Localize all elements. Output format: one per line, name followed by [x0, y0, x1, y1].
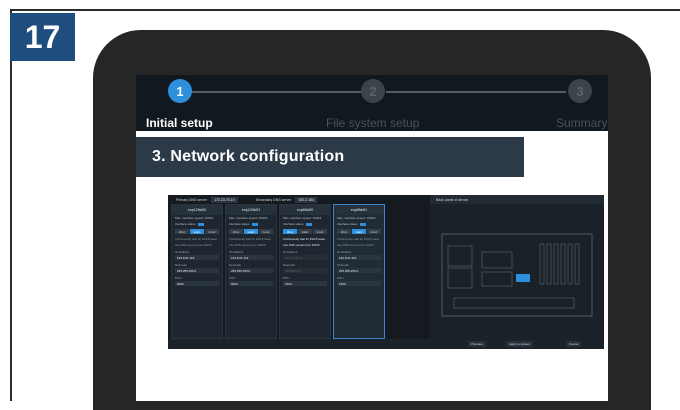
step-circle-file-system-setup[interactable]: 2 [361, 79, 385, 103]
interface-status-label: Interface status [175, 222, 196, 226]
dns-bar: Primary DNS server 172.23.75.10 Secondar… [168, 195, 426, 204]
progress-line-2 [386, 91, 566, 93]
step-label-initial-setup: Initial setup [146, 116, 213, 130]
netmask-label: Netmask [229, 263, 241, 267]
mode-dhcp-button[interactable]: dhcp [175, 229, 189, 234]
interface-name: enp65s0f1 [334, 205, 384, 215]
mtu-select[interactable]: 1500 [283, 281, 327, 286]
interface-name: enp129s0f1 [226, 205, 276, 215]
ip-input[interactable]: 172.23.75.10 [283, 255, 327, 260]
netmask-label: Netmask [337, 263, 349, 267]
ip-label: IP address [283, 250, 298, 254]
secondary-dns-input[interactable]: 100.2.164 [295, 196, 317, 203]
setup-wizard-progress: 1 2 3 Initial setup File system setup Su… [136, 75, 608, 131]
step-circle-summary[interactable]: 3 [568, 79, 592, 103]
previous-button[interactable]: Previous [468, 341, 486, 347]
mode-bond-button[interactable]: bond [259, 229, 273, 234]
interface-panel[interactable]: enp129s0f1 Max. interface speed: 10Gbit … [225, 204, 277, 339]
cancel-button[interactable]: Cancel [566, 341, 582, 347]
primary-dns-input[interactable]: 172.23.75.10 [211, 196, 238, 203]
netmask-input[interactable]: 255.255.255.0 [337, 268, 381, 273]
mode-selector: dhcp static bond [280, 227, 330, 236]
mode-dhcp-button[interactable]: dhcp [283, 229, 297, 234]
ip-input[interactable]: 192.8.61.119 [229, 255, 273, 260]
progress-line-1 [182, 91, 362, 93]
interface-status-label: Interface status [229, 222, 250, 226]
ip-label: IP address [229, 250, 244, 254]
ip-input[interactable]: 192.8.61.119 [175, 255, 219, 260]
mtu-select[interactable]: 9000 [175, 281, 219, 286]
mode-static-button[interactable]: static [298, 229, 312, 234]
mode-selector: dhcp static bond [226, 227, 276, 236]
step-label-summary: Summary [556, 116, 608, 130]
interface-status-toggle[interactable] [359, 222, 366, 226]
ip-label: IP address [337, 250, 352, 254]
back-panel-view: Back panel of device [430, 195, 604, 339]
network-config-app: Primary DNS server 172.23.75.10 Secondar… [168, 195, 604, 349]
mtu-select[interactable]: 1500 [337, 281, 381, 286]
section-banner: 3. Network configuration [136, 137, 524, 177]
interface-status-toggle[interactable] [197, 222, 204, 226]
mode-selector: dhcp static bond [172, 227, 222, 236]
interface-name: enp65s0f0 [280, 205, 330, 215]
step-number-badge: 17 [10, 13, 75, 61]
mtu-label: MTU [175, 276, 182, 280]
interface-panel[interactable]: enp65s0f1 Max. interface speed: 10Gbit I… [333, 204, 385, 339]
interface-status-toggle[interactable] [251, 222, 258, 226]
interface-panel[interactable]: enp129s0f0 Max. interface speed: 10Gbit … [171, 204, 223, 339]
mtu-label: MTU [229, 276, 236, 280]
netmask-label: Netmask [175, 263, 187, 267]
interface-status-label: Interface status [283, 222, 304, 226]
device-back-panel-diagram [441, 233, 593, 317]
interface-status-label: Interface status [337, 222, 358, 226]
ip-label: IP address [175, 250, 190, 254]
footer-bar: Previous Apply to system Cancel [168, 339, 604, 349]
mtu-label: MTU [337, 276, 344, 280]
mode-static-button[interactable]: static [244, 229, 258, 234]
netmask-input[interactable]: 255.255.255.0 [229, 268, 273, 273]
mode-dhcp-button[interactable]: dhcp [337, 229, 351, 234]
interface-name: enp129s0f0 [172, 205, 222, 215]
mode-dhcp-button[interactable]: dhcp [229, 229, 243, 234]
section-title: 3. Network configuration [152, 148, 345, 165]
mode-bond-button[interactable]: bond [313, 229, 327, 234]
mode-bond-button[interactable]: bond [205, 229, 219, 234]
mtu-label: MTU [283, 276, 290, 280]
netmask-input[interactable]: 255.255.255.0 [175, 268, 219, 273]
step-circle-initial-setup[interactable]: 1 [168, 79, 192, 103]
netmask-label: Netmask [283, 263, 295, 267]
mode-selector: dhcp static bond [334, 227, 384, 236]
mode-static-button[interactable]: static [352, 229, 366, 234]
primary-dns-label: Primary DNS server [176, 197, 208, 202]
interface-status-toggle[interactable] [305, 222, 312, 226]
step-label-file-system-setup: File system setup [326, 116, 420, 130]
back-panel-header[interactable]: Back panel of device [430, 195, 604, 204]
ip-input[interactable]: 192.8.61.119 [337, 255, 381, 260]
mode-bond-button[interactable]: bond [367, 229, 381, 234]
apply-to-system-button[interactable]: Apply to system [506, 341, 534, 347]
mtu-select[interactable]: 9000 [229, 281, 273, 286]
mode-static-button[interactable]: static [190, 229, 204, 234]
interface-panel[interactable]: enp65s0f0 Max. interface speed: 10Gbit I… [279, 204, 331, 339]
secondary-dns-label: Secondary DNS server [255, 197, 292, 202]
device-screen: 1 2 3 Initial setup File system setup Su… [136, 75, 608, 401]
netmask-input[interactable]: 255.255.0.0 [283, 268, 327, 273]
